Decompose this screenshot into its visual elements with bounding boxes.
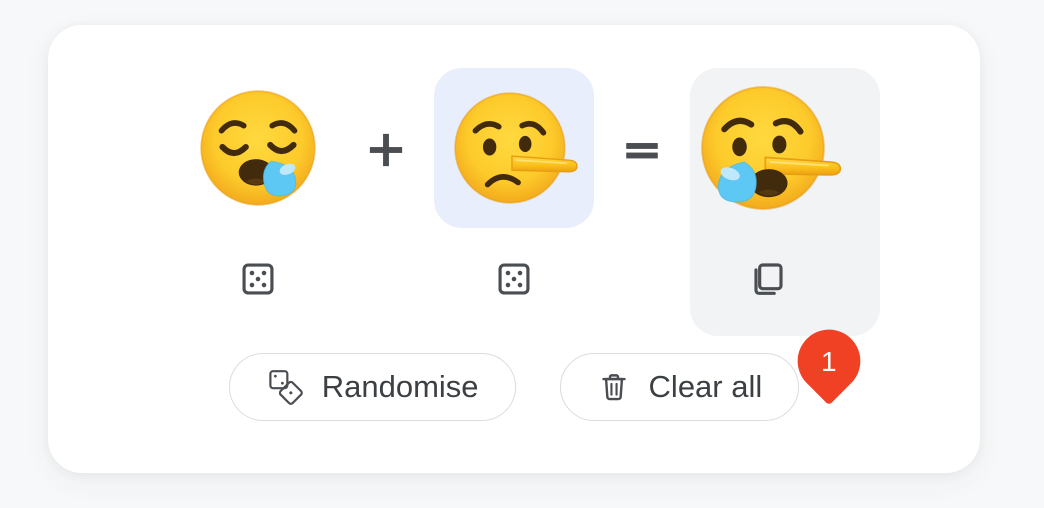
equation-slot-result[interactable]: [675, 25, 880, 336]
emoji-tile-first-operand[interactable]: [178, 68, 338, 228]
randomise-second-operand-button[interactable]: [487, 252, 541, 306]
sleepy-face-emoji: [193, 83, 323, 213]
two-dice-icon: [266, 368, 304, 406]
lying-face-emoji: [449, 83, 579, 213]
equation-slot-first-operand[interactable]: [163, 25, 353, 306]
randomise-button-label: Randomise: [321, 369, 479, 404]
equation-row: +: [48, 25, 980, 336]
emoji-kitchen-card: +: [48, 25, 980, 473]
equation-slot-second-operand[interactable]: [419, 25, 609, 306]
randomise-button[interactable]: Randomise: [228, 353, 516, 421]
emoji-tile-second-operand[interactable]: [434, 68, 594, 228]
trash-icon: [597, 370, 631, 404]
randomise-first-operand-button[interactable]: [231, 252, 285, 306]
clear-all-button-label: Clear all: [648, 369, 763, 404]
copy-result-button[interactable]: [743, 252, 797, 306]
plus-icon: [364, 128, 408, 172]
dice-icon: [495, 260, 533, 298]
screen-root: +: [0, 0, 1044, 508]
equals-operator: =: [609, 25, 675, 325]
clear-all-button[interactable]: Clear all: [559, 353, 800, 421]
emoji-tile-result[interactable]: [690, 68, 850, 228]
dice-icon: [239, 260, 277, 298]
badge-count-label: 1: [820, 346, 838, 377]
copy-icon: [750, 259, 790, 299]
copy-count-badge: 1: [784, 316, 874, 406]
sleepy-lying-face-mashup-emoji: [695, 73, 845, 223]
plus-operator: +: [353, 25, 419, 325]
equals-icon: [620, 128, 664, 172]
